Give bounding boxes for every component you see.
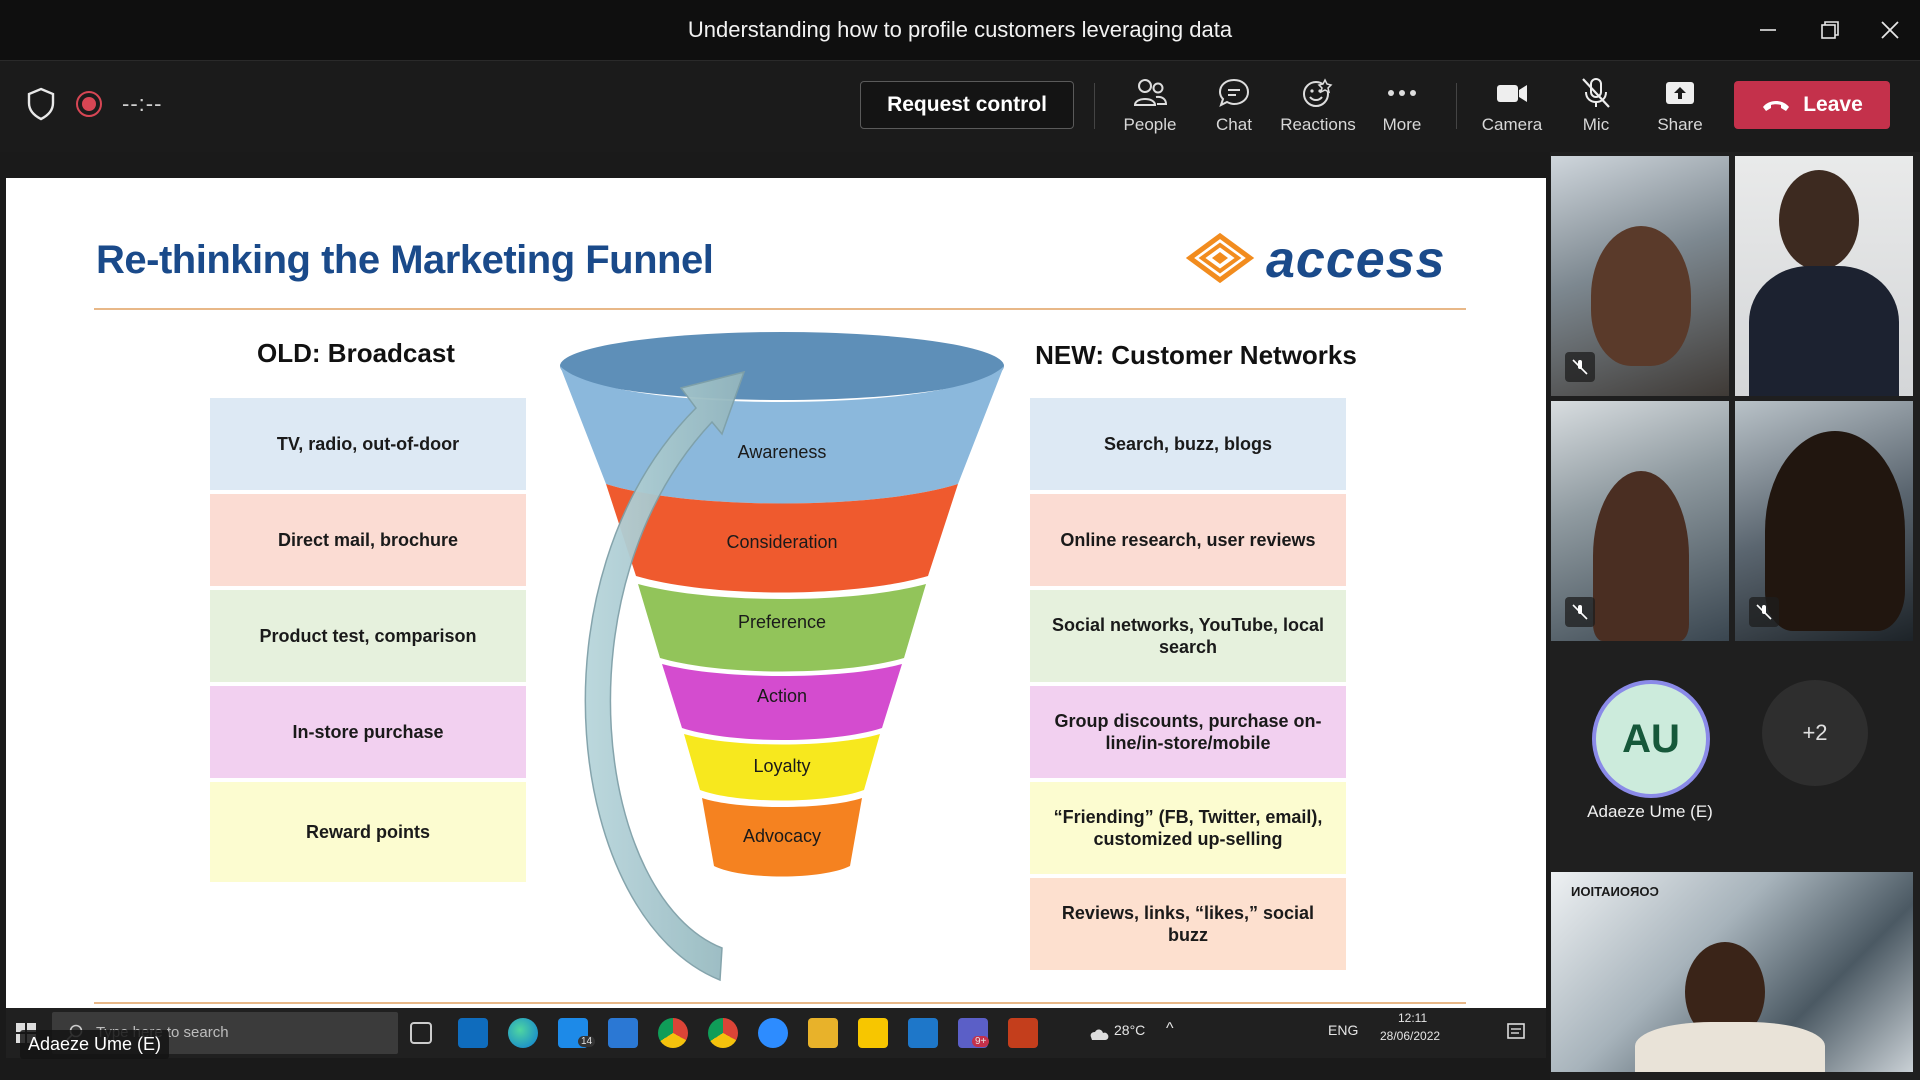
funnel-label-awareness: Awareness bbox=[738, 442, 827, 462]
window-title: Understanding how to profile customers l… bbox=[687, 17, 1233, 42]
participant-figure bbox=[1765, 431, 1905, 631]
request-control-button[interactable]: Request control bbox=[860, 81, 1074, 129]
people-icon bbox=[1133, 79, 1167, 106]
funnel-label-advocacy: Advocacy bbox=[743, 826, 821, 846]
more-participants-button[interactable]: +2 bbox=[1762, 680, 1868, 786]
title-divider bbox=[94, 308, 1466, 310]
old-broadcast-heading: OLD: Broadcast bbox=[257, 338, 455, 368]
old-item: Reward points bbox=[210, 782, 526, 882]
notifications-icon[interactable] bbox=[1506, 1022, 1526, 1042]
edge-icon[interactable] bbox=[508, 1018, 538, 1048]
participant-suit bbox=[1749, 266, 1899, 396]
presenter-video-tile[interactable]: CORONATION bbox=[1551, 872, 1913, 1072]
slide-title: Re-thinking the Marketing Funnel bbox=[96, 238, 714, 282]
presenter-name-tag: Adaeze Ume (E) bbox=[20, 1030, 170, 1059]
toolbar-divider bbox=[1456, 83, 1457, 129]
chrome-icon[interactable] bbox=[708, 1018, 738, 1048]
people-button[interactable]: People bbox=[1110, 77, 1190, 143]
participant-video-tile[interactable] bbox=[1551, 401, 1729, 641]
close-icon[interactable] bbox=[1870, 12, 1910, 48]
language-indicator[interactable]: ENG bbox=[1328, 1022, 1358, 1038]
sticky-notes-icon[interactable] bbox=[858, 1018, 888, 1048]
shield-icon[interactable] bbox=[26, 87, 56, 121]
funnel-label-consideration: Consideration bbox=[726, 532, 837, 552]
camera-icon bbox=[1497, 85, 1527, 102]
weather-cloud-icon bbox=[1090, 1029, 1109, 1040]
participant-face bbox=[1779, 170, 1859, 270]
share-button[interactable]: Share bbox=[1640, 77, 1720, 143]
mic-off-icon bbox=[1565, 352, 1595, 382]
more-button[interactable]: More bbox=[1362, 77, 1442, 143]
marketing-funnel: Awareness Consideration Preference Actio… bbox=[560, 332, 1004, 982]
chat-button[interactable]: Chat bbox=[1194, 77, 1274, 143]
mic-button[interactable]: Mic bbox=[1556, 77, 1636, 143]
mic-off-icon bbox=[1749, 597, 1779, 627]
old-item: In-store purchase bbox=[210, 686, 526, 778]
participant-video-tile[interactable] bbox=[1551, 156, 1729, 396]
zoom-icon[interactable] bbox=[758, 1018, 788, 1048]
participants-panel: AU Adaeze Ume (E) +2 CORONATION bbox=[1550, 152, 1920, 1080]
restore-icon[interactable] bbox=[1810, 12, 1850, 48]
phone-hangup-icon bbox=[1763, 101, 1790, 111]
old-item: Direct mail, brochure bbox=[210, 494, 526, 586]
mic-off-icon bbox=[1582, 78, 1610, 108]
leave-button[interactable]: Leave bbox=[1734, 81, 1890, 129]
reactions-button[interactable]: Reactions bbox=[1278, 77, 1358, 143]
weather-temp: 28°C bbox=[1114, 1022, 1146, 1038]
new-item: Group discounts, purchase on-line/in-sto… bbox=[1030, 686, 1346, 778]
shared-taskbar: Type here to search 14 9+ 28°C ^ ENG 12:… bbox=[6, 1008, 1546, 1058]
chevron-up-icon[interactable]: ^ bbox=[1166, 1020, 1174, 1038]
new-networks-heading: NEW: Customer Networks bbox=[1035, 340, 1357, 370]
meeting-timer: --:-- bbox=[122, 91, 163, 116]
old-item: TV, radio, out-of-door bbox=[210, 398, 526, 490]
new-item: “Friending” (FB, Twitter, email), custom… bbox=[1030, 782, 1346, 874]
funnel-label-loyalty: Loyalty bbox=[753, 756, 810, 776]
teams-badge: 9+ bbox=[972, 1036, 990, 1047]
presentation-slide: Re-thinking the Marketing Funnel access … bbox=[6, 178, 1546, 1008]
presenter-shirt bbox=[1635, 1022, 1825, 1072]
clock-date: 28/06/2022 bbox=[1380, 1029, 1441, 1043]
new-item: Reviews, links, “likes,” social buzz bbox=[1030, 878, 1346, 970]
toolbar-divider bbox=[1094, 83, 1095, 129]
funnel-label-preference: Preference bbox=[738, 612, 826, 632]
powerpoint-icon[interactable] bbox=[1008, 1018, 1038, 1048]
participant-video-tile[interactable] bbox=[1735, 156, 1913, 396]
footer-divider bbox=[94, 1002, 1466, 1004]
background-sign-text: CORONATION bbox=[1571, 884, 1659, 899]
participant-avatar[interactable]: AU bbox=[1592, 680, 1710, 798]
mic-off-icon bbox=[1565, 597, 1595, 627]
title-bar: Understanding how to profile customers l… bbox=[0, 0, 1920, 60]
task-view-icon[interactable] bbox=[410, 1022, 432, 1044]
old-item: Product test, comparison bbox=[210, 590, 526, 682]
meeting-toolbar: --:-- Request control People Chat Reacti… bbox=[0, 60, 1920, 152]
file-explorer-icon[interactable] bbox=[808, 1018, 838, 1048]
access-logo-icon bbox=[1185, 232, 1255, 284]
mail-badge: 14 bbox=[578, 1036, 596, 1047]
store-icon[interactable] bbox=[608, 1018, 638, 1048]
chrome-icon[interactable] bbox=[658, 1018, 688, 1048]
reactions-icon bbox=[1303, 78, 1333, 107]
new-item: Online research, user reviews bbox=[1030, 494, 1346, 586]
funnel-top bbox=[560, 332, 1004, 400]
access-logo: access bbox=[1185, 230, 1476, 289]
more-icon bbox=[1388, 90, 1416, 96]
photos-icon[interactable] bbox=[908, 1018, 938, 1048]
outlook-icon[interactable] bbox=[458, 1018, 488, 1048]
participant-figure bbox=[1591, 226, 1691, 366]
shared-screen: Re-thinking the Marketing Funnel access … bbox=[0, 152, 1550, 1080]
participant-video-tile[interactable] bbox=[1735, 401, 1913, 641]
share-icon bbox=[1666, 82, 1694, 104]
funnel-label-action: Action bbox=[757, 686, 807, 706]
recording-icon bbox=[76, 91, 102, 117]
chat-icon bbox=[1218, 78, 1250, 107]
participant-avatar-name: Adaeze Ume (E) bbox=[1587, 802, 1713, 821]
minimize-icon[interactable] bbox=[1748, 12, 1788, 48]
camera-button[interactable]: Camera bbox=[1472, 77, 1552, 143]
participant-figure bbox=[1593, 471, 1689, 641]
new-item: Social networks, YouTube, local search bbox=[1030, 590, 1346, 682]
clock-time: 12:11 bbox=[1398, 1011, 1428, 1025]
new-item: Search, buzz, blogs bbox=[1030, 398, 1346, 490]
